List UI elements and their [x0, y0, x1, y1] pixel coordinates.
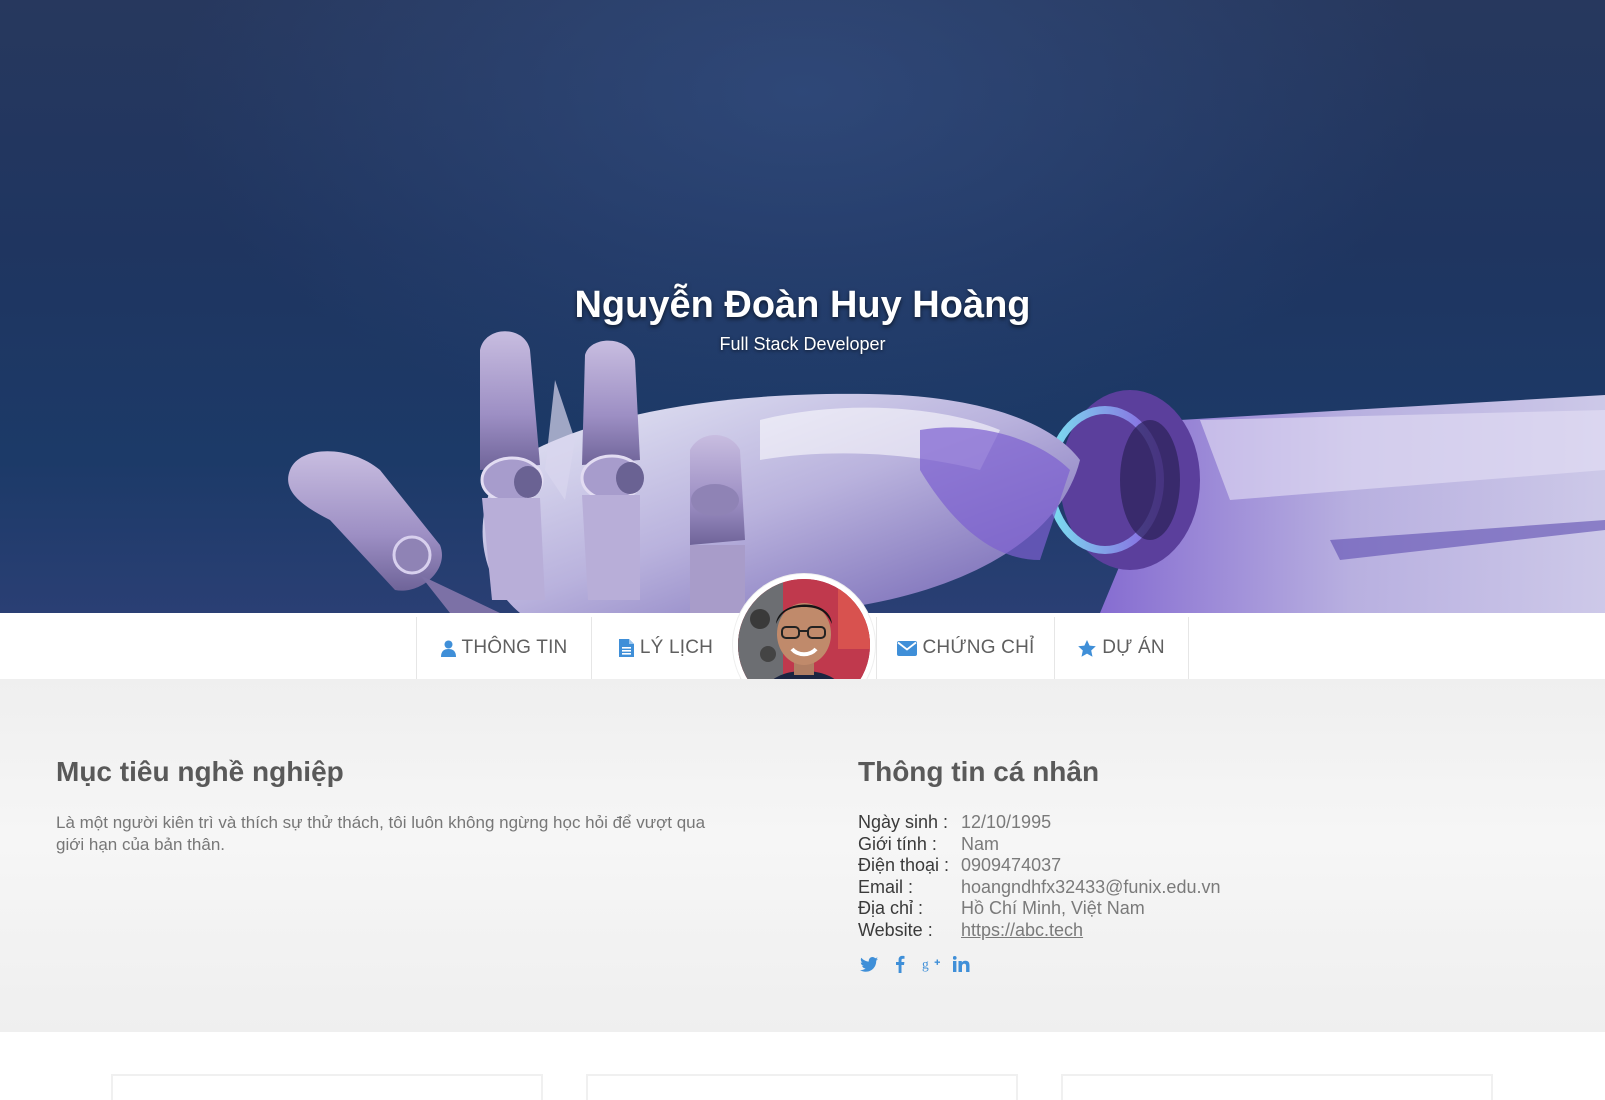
info-value: Nam [961, 833, 1000, 854]
project-card [586, 1074, 1018, 1100]
tab-chung-chi[interactable]: CHỨNG CHỈ [876, 617, 1055, 679]
tab-label: CHỨNG CHỈ [922, 637, 1035, 658]
info-label: Email : [858, 876, 914, 897]
project-card [1061, 1074, 1493, 1100]
info-value: hoangndhfx32433@funix.edu.vn [961, 876, 1221, 897]
envelope-icon [896, 640, 917, 656]
info-row-email: Email : hoangndhfx32433@funix.edu.vn [858, 877, 1220, 899]
tab-du-an[interactable]: DỰ ÁN [1054, 617, 1189, 679]
info-row-phone: Điện thoại : 0909474037 [858, 855, 1220, 877]
info-row-address: Địa chỉ : Hồ Chí Minh, Việt Nam [858, 898, 1220, 920]
personal-info-list: Ngày sinh : 12/10/1995 Giới tính : Nam Đ… [858, 812, 1220, 941]
info-row-gender: Giới tính : Nam [858, 834, 1220, 856]
info-value: Hồ Chí Minh, Việt Nam [961, 898, 1145, 918]
info-label: Ngày sinh : [858, 812, 949, 832]
profile-name: Nguyễn Đoàn Huy Hoàng [574, 284, 1031, 326]
career-objective-text: Là một người kiên trì và thích sự thử th… [56, 813, 706, 854]
project-card [111, 1074, 543, 1100]
about-section [0, 679, 1605, 1032]
tab-label: DỰ ÁN [1102, 637, 1165, 658]
info-label: Giới tính : [858, 833, 937, 854]
hero-banner: Nguyễn Đoàn Huy Hoàng Full Stack Develop… [0, 0, 1605, 613]
linkedin-icon[interactable] [953, 954, 971, 974]
twitter-icon[interactable] [860, 954, 878, 974]
star-icon [1078, 639, 1096, 657]
user-icon [440, 640, 456, 657]
svg-text:g: g [922, 957, 929, 972]
info-label: Website : [858, 919, 933, 940]
tab-ly-lich[interactable]: LÝ LỊCH [591, 617, 741, 679]
info-label: Điện thoại : [858, 855, 950, 875]
info-value: 12/10/1995 [961, 812, 1052, 832]
career-objective-title: Mục tiêu nghề nghiệp [56, 756, 344, 787]
tab-label: LÝ LỊCH [639, 637, 714, 658]
info-label: Địa chỉ : [858, 898, 924, 918]
document-icon [618, 639, 634, 657]
social-links: g [860, 954, 971, 974]
profile-role: Full Stack Developer [719, 334, 886, 354]
website-link[interactable]: https://abc.tech [961, 920, 1083, 942]
info-row-birthday: Ngày sinh : 12/10/1995 [858, 812, 1220, 834]
facebook-icon[interactable] [891, 954, 909, 974]
info-value: 0909474037 [961, 855, 1062, 875]
tab-label: THÔNG TIN [461, 637, 568, 658]
info-row-website: Website : https://abc.tech [858, 920, 1220, 942]
tab-thong-tin[interactable]: THÔNG TIN [416, 617, 592, 679]
personal-info-title: Thông tin cá nhân [858, 756, 1100, 787]
google-plus-icon[interactable]: g [922, 954, 940, 974]
